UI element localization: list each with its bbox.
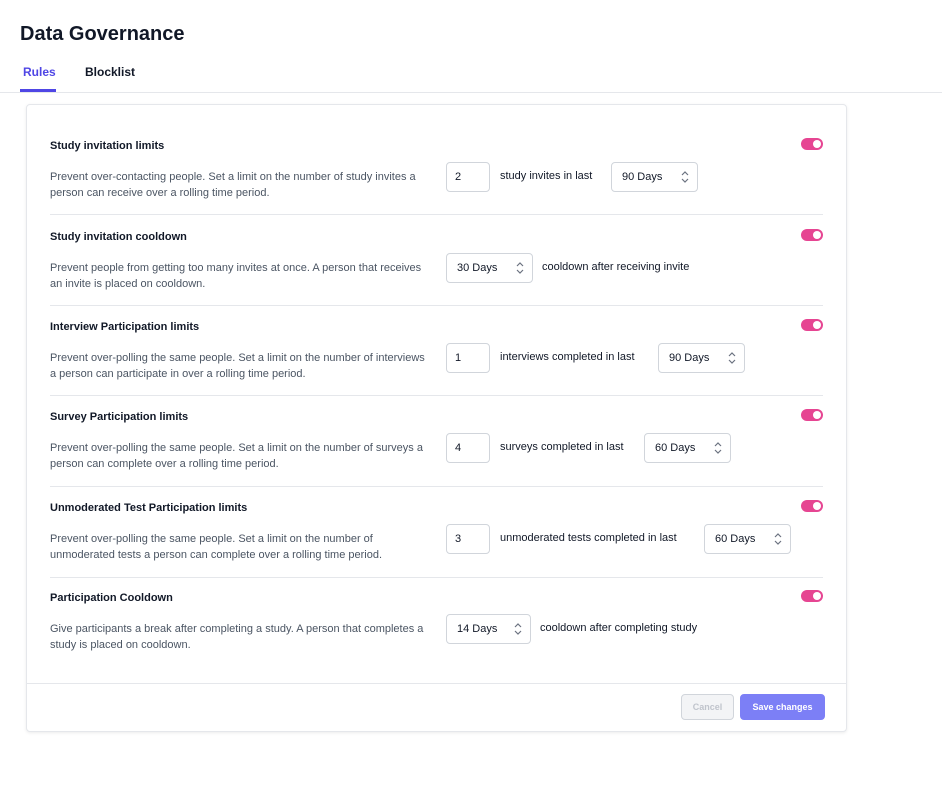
cooldown-select[interactable]: 14 Days [446,614,531,644]
footer-divider [27,683,846,684]
page-title: Data Governance [20,23,185,45]
rule-description: Prevent people from getting too many inv… [50,262,422,290]
rule-divider [50,395,823,396]
cooldown-select-value: 30 Days [457,262,498,274]
chevron-up-down-icon [681,171,689,183]
rule-divider [50,305,823,306]
rule-toggle[interactable] [801,319,823,331]
period-select[interactable]: 60 Days [644,433,731,463]
rule-divider [50,577,823,578]
cooldown-select[interactable]: 30 Days [446,253,533,283]
rule-title: Study invitation cooldown [50,231,187,243]
save-changes-button[interactable]: Save changes [740,694,825,720]
chevron-up-down-icon [516,262,524,274]
limit-count-input[interactable] [446,433,490,463]
period-select-value: 90 Days [622,171,663,183]
chevron-up-down-icon [514,623,522,635]
rules-card: Study invitation limits Prevent over-con… [26,104,847,732]
period-select-value: 90 Days [669,352,710,364]
cooldown-select-value: 14 Days [457,623,498,635]
rule-title: Survey Participation limits [50,411,189,423]
tab-blocklist[interactable]: Blocklist [85,65,135,79]
limit-text: study invites in last [500,170,593,182]
rule-description: Prevent over-polling the same people. Se… [50,352,425,380]
toggle-knob [813,502,821,510]
cancel-button[interactable]: Cancel [681,694,734,720]
chevron-up-down-icon [774,533,782,545]
toggle-knob [813,321,821,329]
rule-title: Participation Cooldown [50,592,173,604]
cooldown-text: cooldown after receiving invite [542,261,690,273]
rule-title: Interview Participation limits [50,321,200,333]
rule-divider [50,486,823,487]
rule-title: Study invitation limits [50,140,165,152]
chevron-up-down-icon [728,352,736,364]
limit-text: surveys completed in last [500,441,624,453]
limit-text: interviews completed in last [500,351,635,363]
toggle-knob [813,592,821,600]
rule-toggle[interactable] [801,229,823,241]
period-select[interactable]: 90 Days [658,343,745,373]
rule-description: Prevent over-contacting people. Set a li… [50,171,416,199]
active-tab-indicator [20,89,56,92]
toggle-knob [813,140,821,148]
limit-count-input[interactable] [446,343,490,373]
limit-count-input[interactable] [446,524,490,554]
rule-title: Unmoderated Test Participation limits [50,502,248,514]
period-select[interactable]: 60 Days [704,524,791,554]
period-select-value: 60 Days [715,533,756,545]
rule-description: Prevent over-polling the same people. Se… [50,533,383,561]
rule-description: Prevent over-polling the same people. Se… [50,442,423,470]
cooldown-text: cooldown after completing study [540,622,698,634]
limit-count-input[interactable] [446,162,490,192]
rule-toggle[interactable] [801,590,823,602]
toggle-knob [813,231,821,239]
rule-toggle[interactable] [801,409,823,421]
rule-toggle[interactable] [801,138,823,150]
toggle-knob [813,411,821,419]
tab-rules[interactable]: Rules [23,65,56,79]
limit-text: unmoderated tests completed in last [500,532,677,544]
rule-description: Give participants a break after completi… [50,623,424,651]
rule-divider [50,214,823,215]
period-select-value: 60 Days [655,442,696,454]
rule-toggle[interactable] [801,500,823,512]
chevron-up-down-icon [714,442,722,454]
period-select[interactable]: 90 Days [611,162,698,192]
tab-bar: Rules Blocklist [0,58,942,93]
